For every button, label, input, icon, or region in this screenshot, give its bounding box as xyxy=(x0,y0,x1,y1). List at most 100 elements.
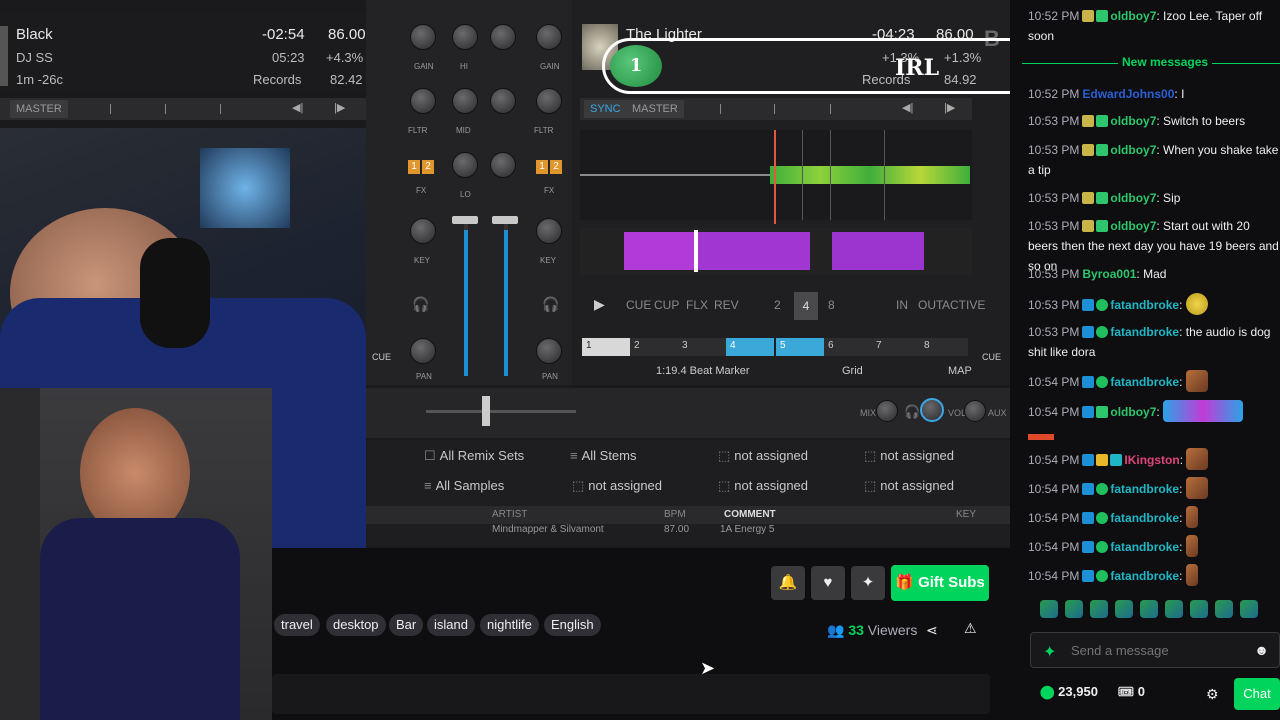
filter-knob-b[interactable] xyxy=(536,88,562,114)
cue-slot-5[interactable]: 5 xyxy=(776,338,824,356)
cue-slot-1[interactable]: 1 xyxy=(582,338,630,356)
browser-slot[interactable]: ⬚ not assigned xyxy=(572,478,662,494)
emoji-picker-icon[interactable]: ☻ xyxy=(1254,642,1269,658)
chat-send-button[interactable]: Chat xyxy=(1234,678,1280,710)
message-username[interactable]: fatandbroke xyxy=(1110,540,1179,554)
sparkle-icon[interactable]: ✦ xyxy=(1043,642,1056,662)
key-knob-a[interactable] xyxy=(410,218,436,244)
browser-remix-sets[interactable]: ☐ All Remix Sets xyxy=(424,448,524,464)
message-username[interactable]: fatandbroke xyxy=(1110,511,1179,525)
fx-2-a[interactable]: 2 xyxy=(422,160,434,174)
column-comment[interactable]: COMMENT xyxy=(724,509,776,520)
message-username[interactable]: fatandbroke xyxy=(1110,298,1179,312)
headphone-cue-icon-a[interactable]: 🎧 xyxy=(412,296,429,313)
column-artist[interactable]: ARTIST xyxy=(492,509,527,520)
quick-emote-icon[interactable] xyxy=(1065,600,1083,618)
channel-fader-b[interactable] xyxy=(492,216,518,224)
cue-button[interactable]: CUE xyxy=(626,298,651,312)
quick-emote-icon[interactable] xyxy=(1115,600,1133,618)
deck-b-prev-icon[interactable]: ◀| xyxy=(902,101,913,114)
headphone-icon[interactable]: 🎧 xyxy=(904,404,920,420)
new-messages-divider[interactable]: New messages xyxy=(1022,52,1280,74)
gear-icon[interactable]: ⚙ xyxy=(1206,686,1219,703)
heart-icon[interactable]: ♥ xyxy=(811,566,845,600)
quick-emote-icon[interactable] xyxy=(1190,600,1208,618)
crossfader-handle[interactable] xyxy=(482,396,490,426)
message-username[interactable]: oldboy7 xyxy=(1110,114,1156,128)
quick-emote-icon[interactable] xyxy=(1215,600,1233,618)
mid-knob-a[interactable] xyxy=(452,88,478,114)
report-icon[interactable]: ⚠ xyxy=(964,620,977,637)
deck-b-master-button[interactable]: MASTER xyxy=(626,100,684,118)
message-username[interactable]: oldboy7 xyxy=(1110,191,1156,205)
message-username[interactable]: fatandbroke xyxy=(1110,482,1179,496)
deck-a-prev-icon[interactable]: ◀| xyxy=(292,101,303,114)
tag-english[interactable]: English xyxy=(544,614,601,636)
deck-b-next-icon[interactable]: |▶ xyxy=(944,101,955,114)
cue-slot-3[interactable]: 3 xyxy=(678,338,726,356)
pan-knob-a[interactable] xyxy=(410,338,436,364)
cue-slot-8[interactable]: 8 xyxy=(920,338,968,356)
deck-a-next-icon[interactable]: |▶ xyxy=(334,101,345,114)
play-icon[interactable]: ▶ xyxy=(594,296,605,313)
browser-row-artist[interactable]: Mindmapper & Silvamont xyxy=(492,524,604,535)
tag-travel[interactable]: travel xyxy=(274,614,320,636)
quick-emote-icon[interactable] xyxy=(1240,600,1258,618)
quick-emote-icon[interactable] xyxy=(1090,600,1108,618)
channel-fader-a[interactable] xyxy=(452,216,478,224)
message-username[interactable]: oldboy7 xyxy=(1110,143,1156,157)
headphone-cue-icon-b[interactable]: 🎧 xyxy=(542,296,559,313)
browser-slot[interactable]: ⬚ not assigned xyxy=(864,478,954,494)
loop-size-2[interactable]: 2 xyxy=(774,298,781,312)
quick-emote-icon[interactable] xyxy=(1040,600,1058,618)
browser-slot[interactable]: ⬚ not assigned xyxy=(718,478,808,494)
cup-button[interactable]: CUP xyxy=(654,298,679,312)
message-username[interactable]: oldboy7 xyxy=(1110,405,1156,419)
tag-island[interactable]: island xyxy=(427,614,475,636)
volume-knob[interactable] xyxy=(920,398,944,422)
column-bpm[interactable]: BPM xyxy=(664,509,686,520)
key-knob-b[interactable] xyxy=(536,218,562,244)
quick-emote-icon[interactable] xyxy=(1165,600,1183,618)
gift-subs-button[interactable]: 🎁 Gift Subs xyxy=(891,565,989,601)
loop-active-button[interactable]: ACTIVE xyxy=(942,298,985,312)
fx-1-b[interactable]: 1 xyxy=(536,160,548,174)
message-username[interactable]: IKingston xyxy=(1124,453,1179,467)
sparkle-icon[interactable]: ✦ xyxy=(851,566,885,600)
lo-knob-b[interactable] xyxy=(490,152,516,178)
pan-knob-b[interactable] xyxy=(536,338,562,364)
tag-desktop[interactable]: desktop xyxy=(326,614,386,636)
filter-knob-a[interactable] xyxy=(410,88,436,114)
cue-slot-4[interactable]: 4 xyxy=(726,338,774,356)
deck-b-sync-button[interactable]: SYNC xyxy=(584,100,627,118)
browser-slot[interactable]: ⬚ not assigned xyxy=(864,448,954,464)
gain-knob-a[interactable] xyxy=(410,24,436,50)
gain-knob-b[interactable] xyxy=(536,24,562,50)
tag-nightlife[interactable]: nightlife xyxy=(480,614,539,636)
message-username[interactable]: fatandbroke xyxy=(1110,375,1179,389)
map-button[interactable]: MAP xyxy=(948,365,972,377)
chat-message-input[interactable] xyxy=(1071,641,1251,659)
quick-emote-icon[interactable] xyxy=(1140,600,1158,618)
tag-bar[interactable]: Bar xyxy=(389,614,424,636)
browser-stems[interactable]: ≡ All Stems xyxy=(570,448,637,463)
bell-icon[interactable]: 🔔 xyxy=(771,566,805,600)
deck-b-waveform[interactable] xyxy=(580,130,972,224)
cue-slot-6[interactable]: 6 xyxy=(824,338,872,356)
loop-in-button[interactable]: IN xyxy=(896,298,908,312)
loop-size-8[interactable]: 8 xyxy=(828,298,835,312)
mix-knob[interactable] xyxy=(876,400,898,422)
fx-2-b[interactable]: 2 xyxy=(550,160,562,174)
message-username[interactable]: fatandbroke xyxy=(1110,569,1179,583)
message-username[interactable]: oldboy7 xyxy=(1110,219,1156,233)
deck-a-master-button[interactable]: MASTER xyxy=(10,100,68,118)
message-username[interactable]: EdwardJohns00 xyxy=(1082,87,1174,101)
fx-1-a[interactable]: 1 xyxy=(408,160,420,174)
grid-button[interactable]: Grid xyxy=(842,365,863,377)
deck-b-overview-waveform[interactable] xyxy=(580,228,972,274)
message-username[interactable]: Byroa001 xyxy=(1082,267,1136,281)
cue-slot-7[interactable]: 7 xyxy=(872,338,920,356)
loop-out-button[interactable]: OUT xyxy=(918,298,943,312)
column-key[interactable]: KEY xyxy=(956,509,976,520)
mid-knob-b[interactable] xyxy=(490,88,516,114)
